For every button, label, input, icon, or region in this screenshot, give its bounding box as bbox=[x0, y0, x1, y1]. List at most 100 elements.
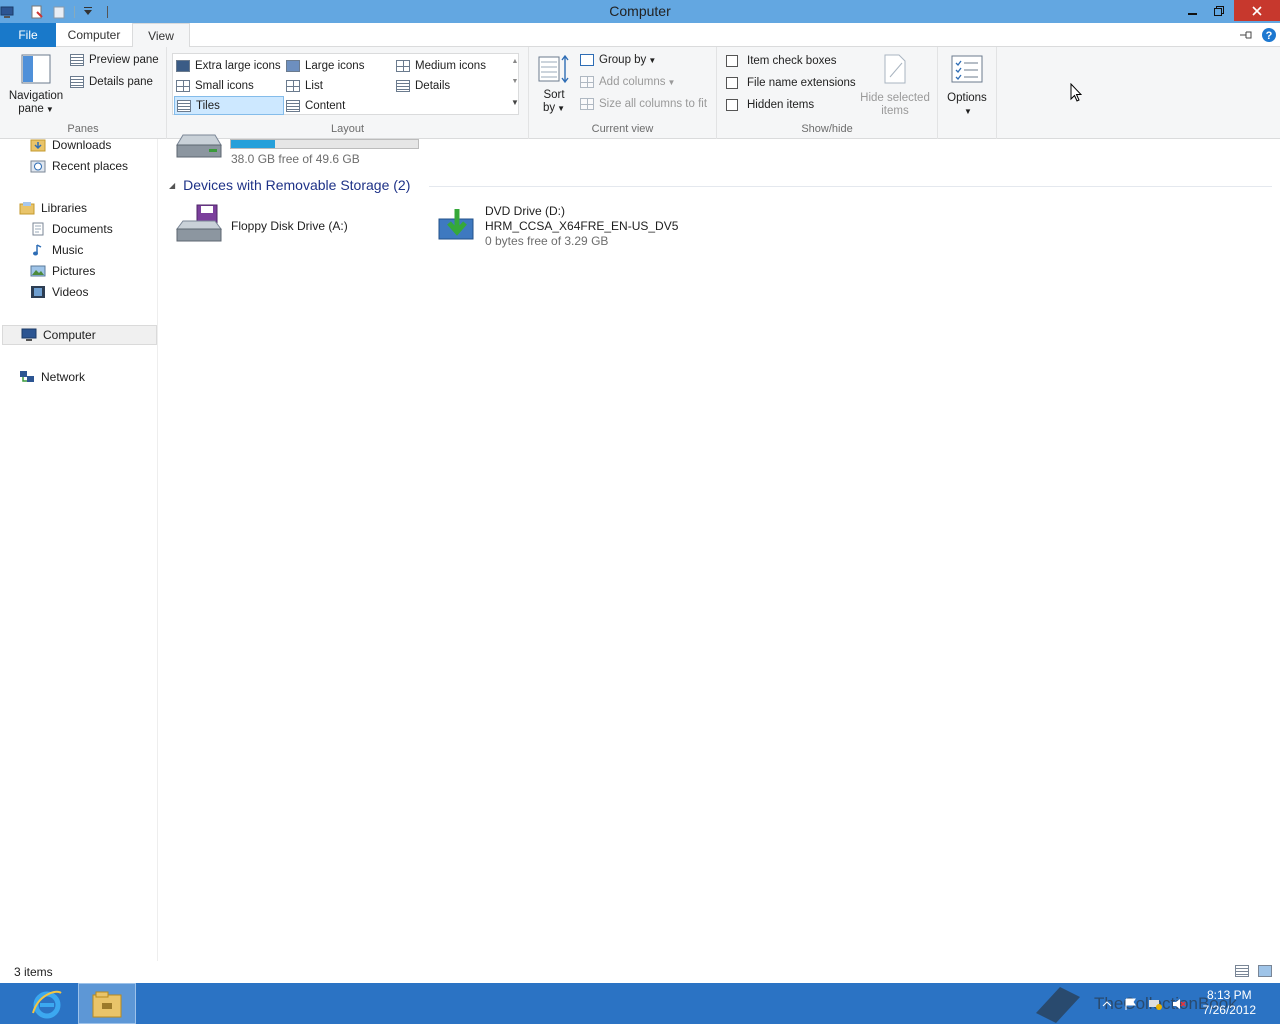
group-by-button[interactable]: Group by ▼ bbox=[580, 54, 656, 66]
file-name-extensions-toggle[interactable]: File name extensions bbox=[726, 77, 856, 89]
panes-group-label: Panes bbox=[67, 123, 99, 135]
close-icon bbox=[1252, 5, 1262, 16]
small-icons-icon bbox=[176, 80, 190, 92]
layout-tiles[interactable]: Tiles bbox=[174, 96, 284, 115]
details-pane-icon bbox=[70, 76, 84, 88]
layout-option-label: Medium icons bbox=[415, 60, 486, 72]
list-icon bbox=[286, 80, 300, 92]
nav-item-label: Libraries bbox=[41, 201, 88, 215]
status-item-count: 3 items bbox=[14, 965, 53, 979]
taskbar-internet-explorer[interactable] bbox=[18, 983, 76, 1024]
tab-computer[interactable]: Computer bbox=[56, 23, 132, 47]
floppy-drive-name: Floppy Disk Drive (A:) bbox=[231, 219, 348, 233]
layout-large-icons[interactable]: Large icons bbox=[286, 57, 394, 75]
music-icon bbox=[33, 244, 42, 256]
preview-pane-icon bbox=[70, 54, 84, 66]
hide-selected-items-button[interactable]: Hide selected items bbox=[857, 53, 933, 118]
sort-by-button[interactable]: Sort by ▼ bbox=[537, 53, 571, 117]
item-check-boxes-checkbox[interactable] bbox=[726, 55, 738, 67]
options-label: Options bbox=[947, 92, 987, 104]
taskbar-file-explorer[interactable] bbox=[78, 983, 136, 1024]
taskbar-clock[interactable]: 8:13 PM 7/26/2012 bbox=[1203, 988, 1256, 1018]
item-check-boxes-label: Item check boxes bbox=[747, 55, 837, 67]
nav-item-label: Documents bbox=[52, 222, 113, 236]
close-button[interactable] bbox=[1234, 0, 1280, 21]
restore-button[interactable] bbox=[1204, 0, 1234, 21]
gallery-scroll-up[interactable]: ▲ bbox=[510, 58, 520, 65]
nav-item-network[interactable]: Network bbox=[19, 367, 85, 387]
chevron-down-icon: ▼ bbox=[648, 55, 657, 65]
chevron-down-icon: ▼ bbox=[45, 105, 54, 114]
file-name-extensions-checkbox[interactable] bbox=[726, 77, 738, 89]
navigation-pane-button[interactable]: Navigation pane ▼ bbox=[6, 53, 66, 117]
size-columns-button[interactable]: Size all columns to fit bbox=[580, 98, 707, 110]
nav-item-label: Downloads bbox=[52, 138, 112, 152]
nav-item-downloads[interactable]: Downloads bbox=[30, 135, 111, 155]
layout-option-label: Details bbox=[415, 80, 451, 92]
layout-details[interactable]: Details bbox=[396, 77, 506, 95]
layout-extra-large-icons[interactable]: Extra large icons bbox=[176, 57, 284, 75]
navigation-pane-label: Navigation bbox=[8, 90, 64, 102]
clock-date: 7/26/2012 bbox=[1202, 1003, 1256, 1017]
libraries-icon bbox=[19, 202, 35, 215]
nav-item-computer[interactable]: Computer bbox=[2, 325, 157, 345]
layout-content[interactable]: Content bbox=[286, 97, 394, 115]
details-pane-button[interactable]: Details pane bbox=[70, 76, 153, 88]
hidden-items-checkbox[interactable] bbox=[726, 99, 738, 111]
hidden-items-label: Hidden items bbox=[747, 99, 815, 111]
nav-item-label: Music bbox=[52, 243, 84, 257]
size-columns-icon bbox=[580, 98, 594, 110]
tiles-icon bbox=[177, 99, 191, 112]
tab-file[interactable]: File bbox=[0, 23, 56, 47]
dvd-drive-icon bbox=[438, 209, 474, 240]
local-disk-tile[interactable]: 38.0 GB free of 49.6 GB bbox=[173, 129, 438, 171]
nav-item-pictures[interactable]: Pictures bbox=[30, 261, 95, 281]
collapse-triangle-icon[interactable]: ◢ bbox=[169, 181, 175, 190]
nav-item-libraries[interactable]: Libraries bbox=[19, 198, 87, 218]
nav-item-documents[interactable]: Documents bbox=[30, 219, 113, 239]
layout-option-label: List bbox=[305, 80, 323, 92]
add-columns-button[interactable]: Add columns ▼ bbox=[580, 76, 675, 88]
pin-ribbon-icon[interactable] bbox=[1238, 27, 1254, 43]
group-by-label: Group by bbox=[599, 54, 647, 66]
extra-large-icons-icon bbox=[176, 60, 190, 72]
options-button[interactable]: Options ▼ bbox=[942, 53, 992, 118]
details-pane-label: Details pane bbox=[89, 76, 153, 88]
help-icon[interactable]: ? bbox=[1261, 27, 1277, 43]
chevron-up-icon[interactable] bbox=[1100, 998, 1114, 1010]
preview-pane-button[interactable]: Preview pane bbox=[70, 54, 159, 66]
current-view-group: Sort by ▼ Group by ▼ Add columns ▼ Size all… bbox=[529, 47, 717, 139]
tab-view[interactable]: View bbox=[132, 23, 190, 48]
hidden-items-toggle[interactable]: Hidden items bbox=[726, 99, 814, 111]
large-icons-view-toggle[interactable] bbox=[1258, 965, 1272, 977]
downloads-folder-icon bbox=[30, 139, 46, 152]
layout-medium-icons[interactable]: Medium icons bbox=[396, 57, 506, 75]
removable-storage-header[interactable]: ◢ Devices with Removable Storage (2) bbox=[169, 177, 410, 193]
gallery-expand[interactable]: ▼ bbox=[510, 98, 520, 107]
group-divider bbox=[429, 186, 1272, 187]
layout-option-label: Tiles bbox=[196, 99, 220, 112]
layout-gallery: Extra large icons Large icons Medium ico… bbox=[172, 53, 519, 115]
options-icon bbox=[951, 55, 983, 83]
disk-usage-bar bbox=[230, 139, 419, 149]
flag-icon[interactable] bbox=[1124, 998, 1138, 1010]
gallery-scroll-down[interactable]: ▼ bbox=[510, 78, 520, 85]
mouse-pointer-icon bbox=[1070, 83, 1082, 102]
dvd-drive-name: DVD Drive (D:) bbox=[485, 204, 565, 218]
floppy-drive-tile[interactable]: Floppy Disk Drive (A:) bbox=[173, 203, 423, 251]
item-check-boxes-toggle[interactable]: Item check boxes bbox=[726, 55, 836, 67]
network-status-icon[interactable] bbox=[1148, 998, 1162, 1010]
dvd-drive-free-space: 0 bytes free of 3.29 GB bbox=[485, 234, 609, 248]
nav-item-label: Computer bbox=[43, 328, 96, 342]
videos-icon bbox=[31, 286, 45, 298]
nav-item-videos[interactable]: Videos bbox=[30, 282, 88, 302]
local-disk-free-space: 38.0 GB free of 49.6 GB bbox=[231, 152, 360, 166]
dvd-drive-tile[interactable]: DVD Drive (D:) HRM_CCSA_X64FRE_EN-US_DV5… bbox=[437, 203, 697, 253]
recent-places-icon bbox=[30, 160, 46, 173]
layout-small-icons[interactable]: Small icons bbox=[176, 77, 284, 95]
volume-muted-icon[interactable] bbox=[1172, 998, 1186, 1010]
nav-item-music[interactable]: Music bbox=[30, 240, 83, 260]
details-view-toggle[interactable] bbox=[1235, 965, 1249, 977]
nav-item-recent-places[interactable]: Recent places bbox=[30, 156, 128, 176]
layout-list[interactable]: List bbox=[286, 77, 394, 95]
